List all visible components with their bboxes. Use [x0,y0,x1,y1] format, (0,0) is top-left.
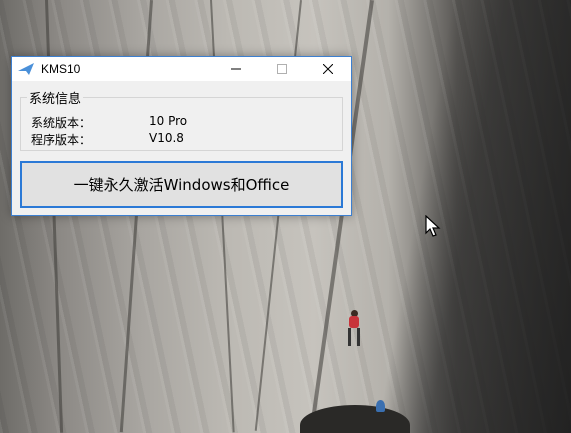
window-title: KMS10 [41,62,81,76]
program-version-label: 程序版本： [31,133,92,147]
window-content: 系统信息 系统版本： 10 Pro 程序版本： V10.8 一键永久激活Wind… [12,88,351,208]
maximize-icon [277,64,287,74]
app-logo-icon [18,63,34,75]
system-info-legend: 系统信息 [27,88,84,107]
window-controls [213,57,351,81]
kms-window: KMS10 系统信息 系统版本： 10 Pro 程序版本： V10.8 一键永久… [11,56,352,216]
desktop-background: KMS10 系统信息 系统版本： 10 Pro 程序版本： V10.8 一键永久… [0,0,571,433]
climber-helmet [376,400,385,412]
minimize-icon [231,68,241,70]
system-info-group: 系统信息 系统版本： 10 Pro 程序版本： V10.8 [20,88,343,151]
os-version-row: 系统版本： 10 Pro [31,114,187,131]
program-version-row: 程序版本： V10.8 [31,131,184,148]
os-version-value: 10 Pro [149,114,188,128]
minimize-button[interactable] [213,57,259,81]
climber-figure [344,310,366,348]
mouse-cursor-icon [425,215,441,237]
activate-button[interactable]: 一键永久激活Windows和Office [20,161,343,208]
program-version-value: V10.8 [149,131,184,145]
title-bar[interactable]: KMS10 [12,57,351,81]
close-button[interactable] [305,57,351,81]
close-icon [323,64,333,74]
os-version-label: 系统版本： [31,116,92,130]
maximize-button[interactable] [259,57,305,81]
